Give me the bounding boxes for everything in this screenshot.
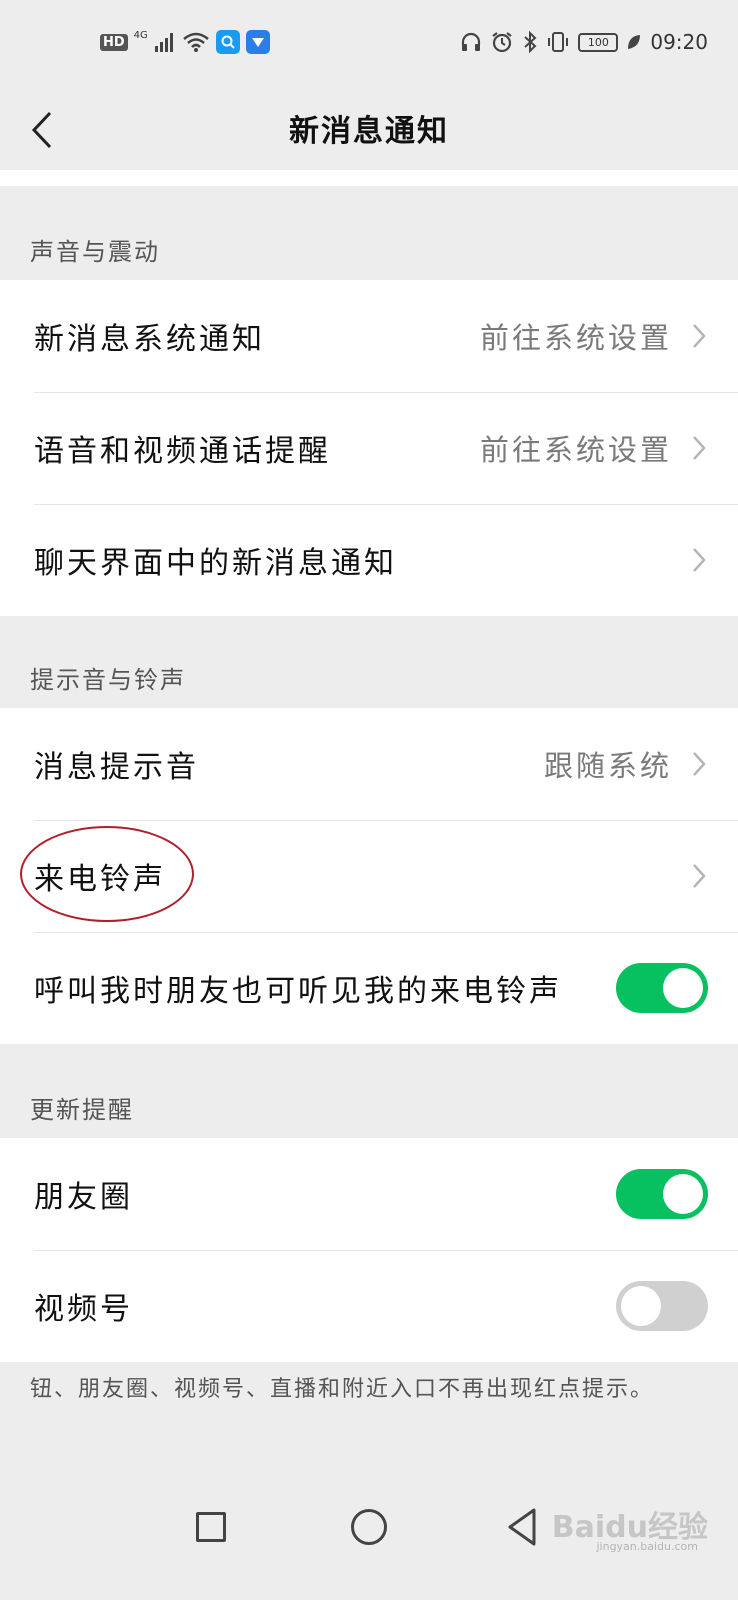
- section-label-sound: 声音与震动: [30, 238, 160, 266]
- square-nav-icon[interactable]: [196, 1512, 226, 1542]
- row-chat-notification[interactable]: 聊天界面中的新消息通知: [0, 504, 738, 616]
- chevron-right-icon: [690, 545, 708, 575]
- row-friends-hear-ringtone: 呼叫我时朋友也可听见我的来电铃声: [0, 932, 738, 1044]
- row-system-notification[interactable]: 新消息系统通知 前往系统设置: [0, 280, 738, 392]
- triangle-nav-icon[interactable]: [506, 1507, 538, 1547]
- row-label: 消息提示音: [34, 750, 199, 785]
- nav-bar: 新消息通知: [0, 90, 738, 170]
- toggle-knob: [663, 968, 703, 1008]
- ringtone-group: 消息提示音 跟随系统 来电铃声 呼叫我时朋友也可听见我的来电铃声: [0, 708, 738, 1044]
- channels-toggle[interactable]: [616, 1281, 708, 1331]
- row-label: 视频号: [34, 1292, 133, 1327]
- watermark-url: jingyan.baidu.com: [596, 1540, 698, 1553]
- vibrate-icon: [548, 32, 569, 52]
- row-moments: 朋友圈: [0, 1138, 738, 1250]
- headphones-icon: [462, 32, 481, 51]
- row-value: 跟随系统: [543, 749, 672, 783]
- top-strip: [0, 170, 738, 186]
- wifi-icon: [182, 32, 209, 52]
- row-channels: 视频号: [0, 1250, 738, 1362]
- alarm-icon: [492, 32, 513, 53]
- network-type: 4G: [133, 30, 148, 41]
- chevron-right-icon: [690, 321, 708, 351]
- status-left: HD 4G: [100, 30, 270, 54]
- update-group: 朋友圈 视频号: [0, 1138, 738, 1362]
- footer-note: 钮、朋友圈、视频号、直播和附近入口不再出现红点提示。: [30, 1377, 655, 1402]
- row-message-tone[interactable]: 消息提示音 跟随系统: [0, 708, 738, 820]
- row-label: 聊天界面中的新消息通知: [34, 546, 397, 581]
- search-app-icon: [215, 30, 240, 54]
- circle-nav-icon[interactable]: [351, 1509, 387, 1545]
- row-value: 前往系统设置: [479, 321, 672, 355]
- chevron-right-icon: [690, 433, 708, 463]
- leaf-icon: [628, 35, 641, 49]
- highlight-ellipse: [20, 826, 194, 922]
- page-title: 新消息通知: [289, 114, 449, 149]
- section-label-ringtone: 提示音与铃声: [30, 666, 186, 694]
- section-label-update: 更新提醒: [30, 1096, 134, 1124]
- row-label: 语音和视频通话提醒: [34, 434, 331, 469]
- signal-icon: [154, 33, 173, 52]
- moments-toggle[interactable]: [616, 1169, 708, 1219]
- row-label: 朋友圈: [34, 1180, 133, 1215]
- toggle-knob: [663, 1174, 703, 1214]
- status-bar: HD 4G 100 09:20: [0, 0, 738, 90]
- bluetooth-icon: [524, 30, 537, 54]
- row-value: 前往系统设置: [479, 433, 672, 467]
- row-label: 呼叫我时朋友也可听见我的来电铃声: [34, 974, 562, 1009]
- chevron-right-icon: [690, 749, 708, 779]
- feishu-app-icon: [245, 30, 270, 54]
- status-right: 100 09:20: [460, 30, 708, 54]
- row-call-reminder[interactable]: 语音和视频通话提醒 前往系统设置: [0, 392, 738, 504]
- row-label: 新消息系统通知: [34, 322, 265, 357]
- system-nav-bar: Baidu经验 jingyan.baidu.com: [0, 1480, 738, 1600]
- clock: 09:20: [650, 30, 708, 54]
- row-ringtone[interactable]: 来电铃声: [0, 820, 738, 932]
- battery-icon: 100: [578, 32, 619, 52]
- chevron-right-icon: [690, 861, 708, 891]
- sound-group: 新消息系统通知 前往系统设置 语音和视频通话提醒 前往系统设置 聊天界面中的新消…: [0, 280, 738, 616]
- toggle-knob: [621, 1286, 661, 1326]
- ringtone-share-toggle[interactable]: [616, 963, 708, 1013]
- hd-icon: HD: [100, 33, 128, 51]
